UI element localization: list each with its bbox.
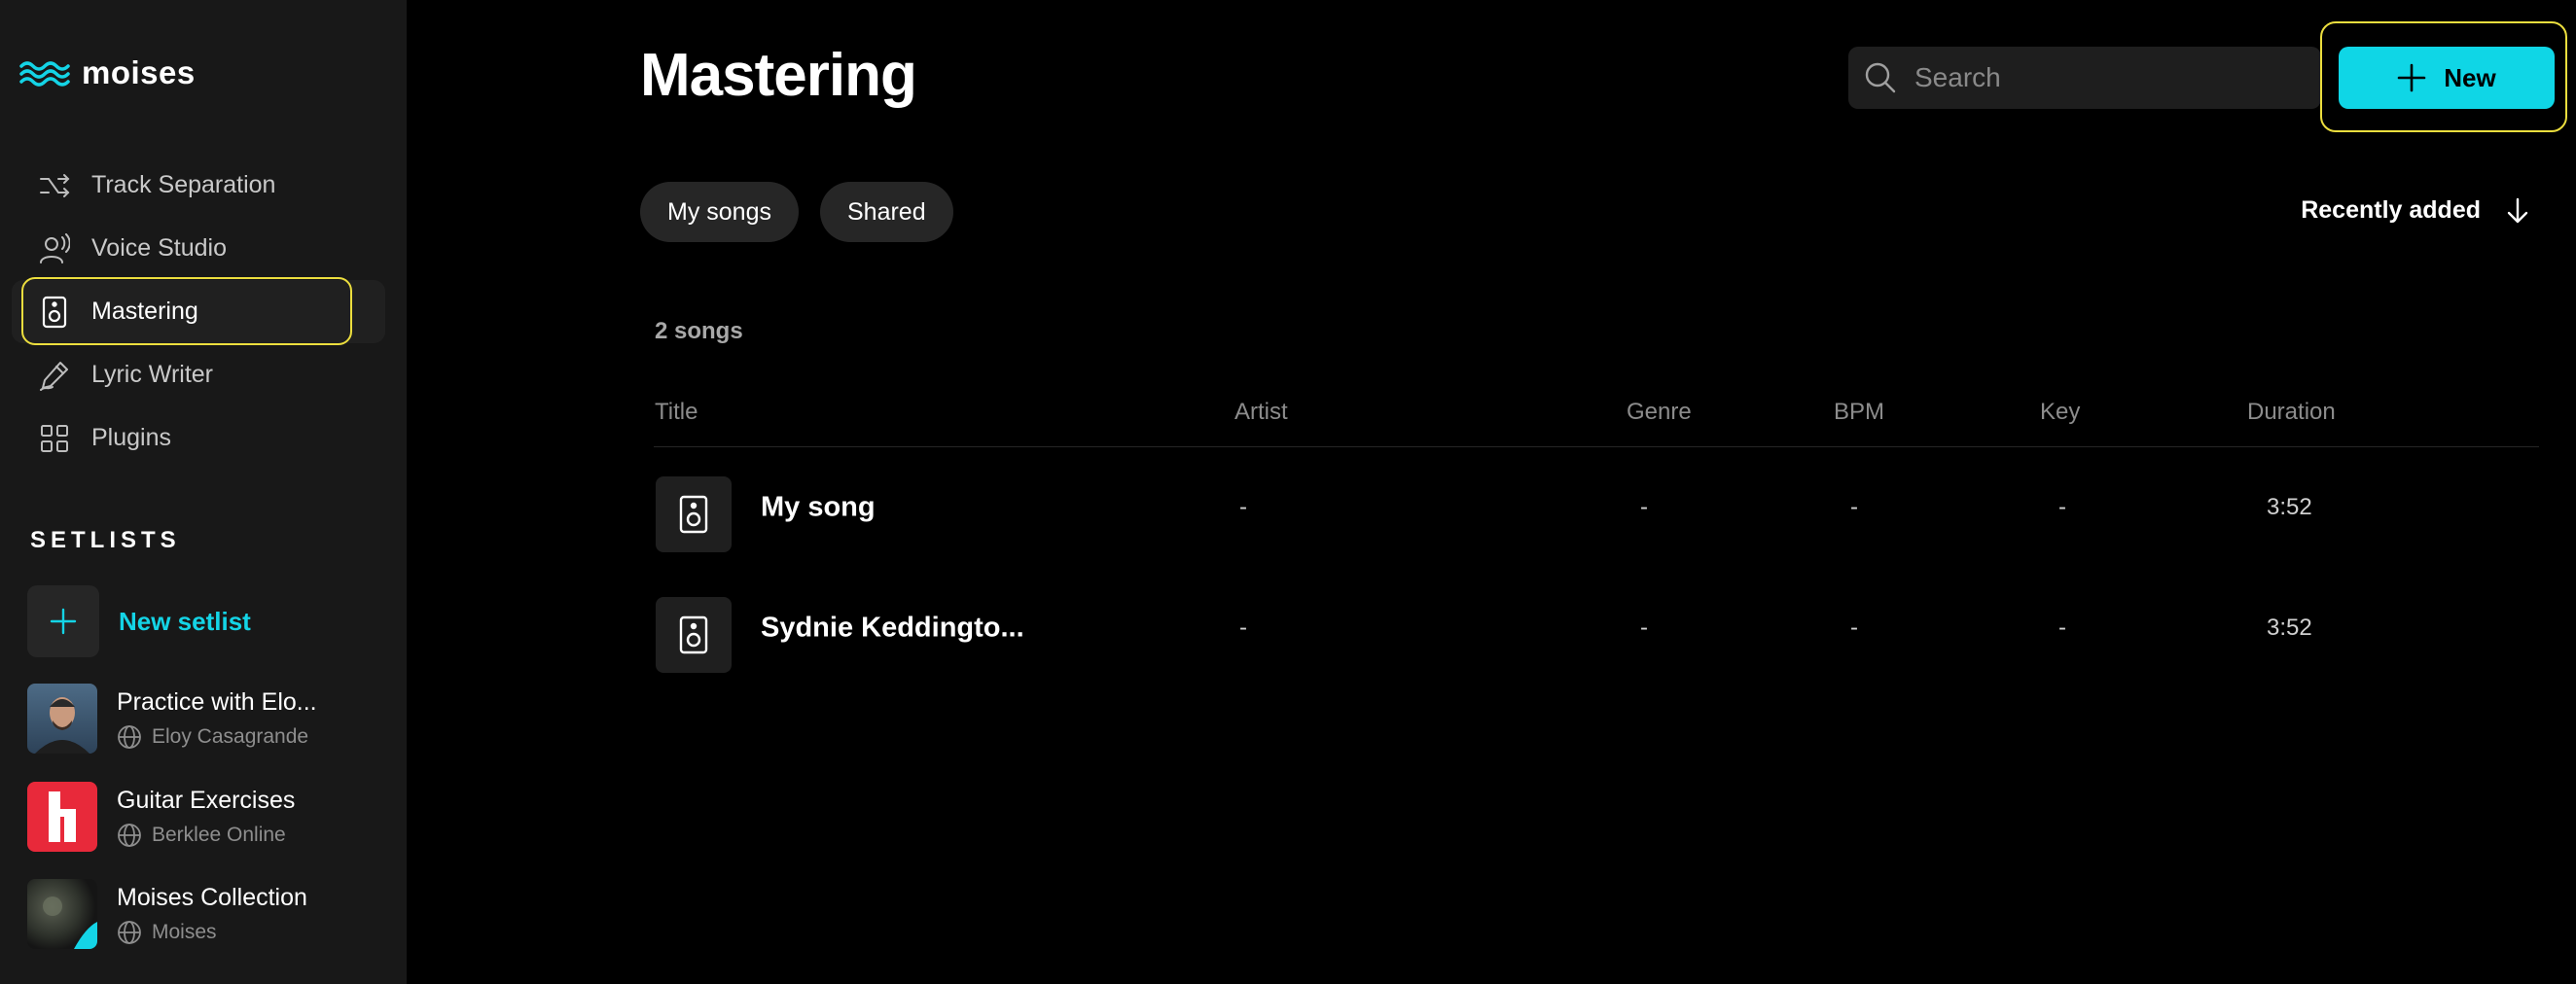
setlist-owner: Moises bbox=[152, 920, 217, 943]
sidebar-item-label: Voice Studio bbox=[91, 234, 227, 262]
column-header-bpm[interactable]: BPM bbox=[1834, 399, 1884, 426]
filter-chips: My songs Shared bbox=[640, 182, 953, 242]
column-header-genre[interactable]: Genre bbox=[1627, 399, 1692, 426]
focus-ring bbox=[21, 277, 352, 345]
search-box[interactable] bbox=[1848, 47, 2321, 109]
column-header-title[interactable]: Title bbox=[655, 399, 698, 426]
sidebar-item-label: Plugins bbox=[91, 424, 171, 451]
song-artist: - bbox=[1239, 494, 1247, 520]
setlist-name: Guitar Exercises bbox=[117, 786, 296, 814]
setlist-name: Practice with Elo... bbox=[117, 687, 317, 716]
setlist-thumbnail bbox=[27, 684, 97, 754]
setlist-item[interactable]: Guitar Exercises Berklee Online bbox=[27, 782, 295, 852]
songs-table: Title Artist Genre BPM Key Duration My s… bbox=[654, 393, 2539, 688]
song-genre: - bbox=[1640, 615, 1648, 641]
column-header-artist[interactable]: Artist bbox=[1234, 399, 1288, 426]
sidebar: moises Track Separation Voice Studio Mas… bbox=[0, 0, 407, 984]
sidebar-item-label: Lyric Writer bbox=[91, 361, 213, 388]
song-genre: - bbox=[1640, 494, 1648, 520]
new-setlist-label: New setlist bbox=[119, 606, 251, 636]
sidebar-item-lyric-writer[interactable]: Lyric Writer bbox=[12, 343, 385, 406]
sort-control[interactable]: Recently added bbox=[2301, 196, 2529, 225]
search-input[interactable] bbox=[1914, 62, 2304, 93]
table-row[interactable]: Sydnie Keddingto... - - - - 3:52 bbox=[654, 568, 2539, 688]
table-header: Title Artist Genre BPM Key Duration bbox=[654, 393, 2539, 447]
speaker-icon bbox=[656, 597, 732, 673]
song-duration: 3:52 bbox=[2267, 615, 2312, 641]
sidebar-nav: Track Separation Voice Studio Mastering bbox=[0, 154, 407, 470]
song-count: 2 songs bbox=[655, 318, 743, 344]
page-title: Mastering bbox=[640, 42, 917, 109]
setlist-thumbnail bbox=[27, 782, 97, 852]
moises-logo[interactable]: moises bbox=[19, 54, 196, 91]
moises-waves-icon bbox=[19, 61, 70, 87]
search-icon bbox=[1865, 62, 1896, 93]
plus-icon bbox=[2397, 63, 2426, 92]
setlist-item[interactable]: Moises Collection Moises bbox=[27, 879, 307, 949]
shuffle-icon bbox=[37, 168, 72, 203]
setlist-owner: Eloy Casagrande bbox=[152, 724, 309, 748]
globe-icon bbox=[118, 724, 141, 749]
song-title[interactable]: Sydnie Keddingto... bbox=[761, 613, 1024, 645]
speaker-icon bbox=[656, 476, 732, 552]
sidebar-item-voice-studio[interactable]: Voice Studio bbox=[12, 217, 385, 280]
logo-text: moises bbox=[82, 54, 196, 90]
sidebar-item-mastering[interactable]: Mastering bbox=[12, 277, 385, 345]
sidebar-item-track-separation[interactable]: Track Separation bbox=[12, 154, 385, 217]
song-bpm: - bbox=[1850, 494, 1858, 520]
filter-shared[interactable]: Shared bbox=[819, 182, 953, 242]
setlist-name: Moises Collection bbox=[117, 883, 307, 911]
filter-my-songs[interactable]: My songs bbox=[640, 182, 799, 242]
song-title[interactable]: My song bbox=[761, 492, 876, 524]
sidebar-item-label: Track Separation bbox=[91, 171, 276, 198]
setlists-heading: SETLISTS bbox=[30, 527, 181, 553]
song-bpm: - bbox=[1850, 615, 1858, 641]
song-duration: 3:52 bbox=[2267, 494, 2312, 520]
setlist-owner: Berklee Online bbox=[152, 823, 286, 846]
globe-icon bbox=[118, 823, 141, 847]
sidebar-item-plugins[interactable]: Plugins bbox=[12, 406, 385, 470]
table-row[interactable]: My song - - - - 3:52 bbox=[654, 447, 2539, 568]
song-artist: - bbox=[1239, 615, 1247, 641]
globe-icon bbox=[118, 920, 141, 944]
voice-icon bbox=[37, 231, 72, 266]
setlist-thumbnail bbox=[27, 879, 97, 949]
sort-label: Recently added bbox=[2301, 196, 2481, 224]
song-key: - bbox=[2058, 615, 2066, 641]
new-button-label: New bbox=[2444, 62, 2496, 92]
grid-icon bbox=[37, 421, 72, 456]
pen-icon bbox=[37, 358, 72, 393]
new-button[interactable]: New bbox=[2339, 47, 2555, 109]
setlist-item[interactable]: Practice with Elo... Eloy Casagrande bbox=[27, 684, 317, 754]
song-key: - bbox=[2058, 494, 2066, 520]
new-setlist-button[interactable]: New setlist bbox=[27, 585, 251, 657]
arrow-down-icon bbox=[2507, 197, 2528, 223]
column-header-duration[interactable]: Duration bbox=[2247, 399, 2336, 426]
column-header-key[interactable]: Key bbox=[2040, 399, 2080, 426]
plus-icon bbox=[27, 585, 99, 657]
